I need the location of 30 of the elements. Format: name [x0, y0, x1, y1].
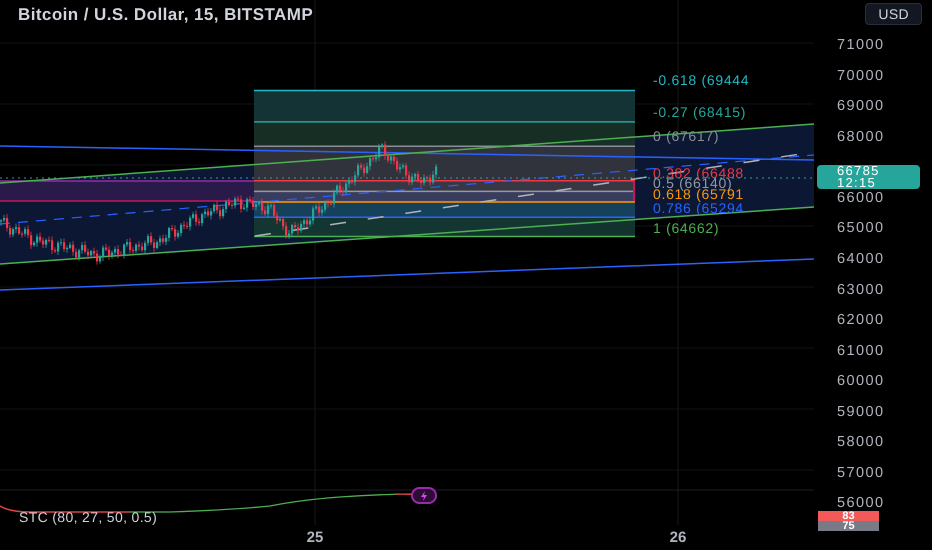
countdown-timer: 12:15 — [837, 177, 876, 189]
price-axis-label: 59000 — [837, 402, 885, 422]
lightning-button[interactable] — [411, 487, 437, 504]
last-price-value: 66785 — [837, 165, 880, 177]
price-axis-label: 60000 — [837, 372, 885, 392]
price-axis-label: 61000 — [837, 342, 885, 361]
price-axis-label: 64000 — [837, 250, 885, 269]
price-axis-label: 70000 — [837, 66, 885, 86]
price-axis-label: 56000 — [837, 494, 885, 512]
price-axis-label: 62000 — [837, 311, 885, 330]
indicator-value-tag: 75 — [818, 521, 879, 531]
chart-title: Bitcoin / U.S. Dollar, 15, BITSTAMP — [18, 4, 314, 26]
time-axis-label: 26 — [670, 528, 686, 548]
fib-level-label: -0.618 (69444 — [653, 72, 750, 88]
price-axis-label: 71000 — [837, 36, 885, 56]
fib-edge-line — [633, 181, 635, 201]
price-axis-label: 57000 — [837, 464, 885, 483]
currency-button[interactable]: USD — [865, 3, 922, 25]
price-axis-label: 58000 — [837, 433, 885, 452]
price-axis-label: 69000 — [837, 97, 885, 116]
time-axis-label: 25 — [306, 528, 324, 548]
price-axis-label: 65000 — [837, 219, 885, 238]
price-axis-label: 63000 — [837, 280, 885, 300]
lightning-icon — [420, 490, 428, 500]
price-axis-label: 66000 — [837, 188, 885, 208]
fib-level-label: 1 (64662) — [653, 220, 720, 236]
indicator-value-tag: 83 — [818, 511, 879, 521]
price-axis-label: 68000 — [837, 128, 885, 147]
indicator-label: STC (80, 27, 50, 0.5) — [19, 509, 158, 525]
fib-level-label: -0.27 (68415) — [653, 104, 746, 120]
